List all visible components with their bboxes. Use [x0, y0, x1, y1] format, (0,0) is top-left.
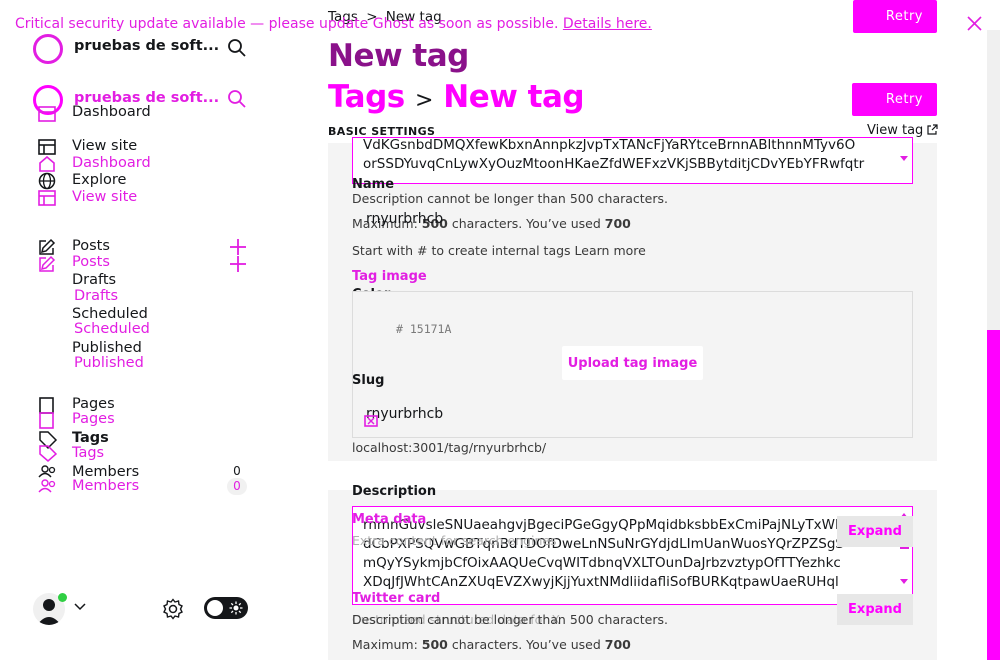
nav-tags[interactable]: Tags: [72, 430, 109, 446]
posts-icon: [38, 238, 56, 256]
char-counter-2-max: 500: [421, 637, 448, 652]
slug-url: localhost:3001/tag/rnyurbrhcb/: [352, 440, 547, 455]
nav-drafts-2[interactable]: Drafts: [74, 288, 118, 304]
tag-icon: [38, 430, 58, 462]
char-counter-text: characters. You’ve used: [447, 216, 605, 231]
top-textarea-line: orSSDYuvqCnLywXyOuzMtoonHKaeZfdWEFxzVKjS…: [363, 156, 865, 172]
twitter-card-label: Twitter card: [352, 591, 441, 606]
home-icon: [38, 156, 56, 172]
char-counter-2-used: 700: [604, 637, 631, 652]
meta-data-label: Meta data: [352, 512, 427, 527]
description-textarea-top[interactable]: VdKGsnbdDMQXfewKbxnAnnpkzJvpTxTANcFjYaRY…: [352, 137, 913, 184]
external-link-icon: [927, 124, 939, 139]
security-banner: Critical security update available — ple…: [15, 16, 652, 32]
learn-more-link[interactable]: Learn more: [575, 243, 646, 258]
expand-meta-label: Expand: [848, 524, 902, 539]
nav-posts-2[interactable]: Posts: [72, 254, 110, 270]
sun-icon: [229, 601, 243, 615]
nav-posts[interactable]: Posts: [72, 238, 110, 254]
new-post-icon-2[interactable]: [229, 255, 247, 273]
page-title: New tag: [328, 38, 469, 74]
description-line: mQyYSykmjbCfOixAAQUeCvqWITdbnqVXLTOunDaJ…: [363, 555, 841, 571]
description-line: XDqJfJWhtCAnZXUqEVZXwyjKjjYuxtNMdliidafl…: [363, 574, 839, 590]
nav-tags-2[interactable]: Tags: [72, 445, 104, 461]
name-hint: Start with # to create internal tags Lea…: [352, 243, 646, 258]
view-site-icon: [38, 139, 56, 155]
nav-explore[interactable]: Explore: [72, 172, 126, 188]
expand-twitter-label: Expand: [848, 602, 902, 617]
dashboard-icon: [38, 106, 56, 122]
remove-icon[interactable]: [364, 415, 378, 427]
char-counter-2-text: characters. You’ve used: [447, 637, 605, 652]
description-label: Description: [352, 484, 437, 499]
nav-published-2[interactable]: Published: [74, 355, 144, 371]
nav-view-site-2[interactable]: View site: [72, 189, 137, 205]
retry-button-2-label: Retry: [885, 92, 923, 107]
page-title-2-current: New tag: [443, 79, 585, 115]
color-value[interactable]: # 15171A: [396, 322, 451, 336]
tag-image-label: Tag image: [352, 269, 427, 284]
page-title-2-parent[interactable]: Tags: [328, 79, 405, 115]
slug-label: Slug: [352, 373, 385, 388]
upload-tag-image-label: Upload tag image: [567, 355, 698, 371]
theme-toggle[interactable]: [204, 597, 248, 619]
search-icon-2[interactable]: [227, 89, 247, 109]
site-logo[interactable]: [33, 34, 63, 64]
expand-twitter-button[interactable]: Expand: [837, 594, 913, 625]
nav-scheduled-2[interactable]: Scheduled: [74, 321, 150, 337]
nav-pages[interactable]: Pages: [72, 396, 115, 412]
retry-button-2[interactable]: Retry: [852, 83, 937, 116]
search-icon[interactable]: [227, 38, 247, 58]
char-counter-2-prefix: Maximum:: [352, 637, 422, 652]
char-counter-used: 700: [604, 216, 631, 231]
site-title[interactable]: pruebas de soft...: [74, 38, 219, 54]
new-post-icon[interactable]: [229, 238, 247, 256]
view-tag-label: View tag: [867, 123, 924, 138]
nav-scheduled[interactable]: Scheduled: [72, 306, 148, 322]
nav-dashboard[interactable]: Dashboard: [72, 104, 151, 120]
nav-pages-2[interactable]: Pages: [72, 411, 115, 427]
textarea-scroll-down-icon-2[interactable]: [900, 579, 908, 585]
retry-button[interactable]: Retry: [853, 0, 937, 33]
top-textarea-line: VdKGsnbdDMQXfewKbxnAnnpkzJvpTxTANcFjYaRY…: [363, 137, 856, 153]
gear-icon[interactable]: [162, 598, 184, 620]
globe-icon: [38, 172, 56, 190]
description-error-2: Description cannot be longer than 500 ch…: [352, 612, 668, 627]
close-icon[interactable]: [967, 16, 982, 31]
name-hint-text: Start with # to create internal tags: [352, 243, 575, 258]
expand-meta-button[interactable]: Expand: [837, 516, 913, 547]
nav-view-site[interactable]: View site: [72, 138, 137, 154]
textarea-scroll-down-icon[interactable]: [900, 156, 908, 162]
members-count-badge-2: 0: [227, 478, 247, 495]
char-counter-2: Maximum: 500 characters. You’ve used 700: [352, 637, 631, 652]
page-title-2-separator: >: [415, 88, 433, 113]
nav-dashboard-2[interactable]: Dashboard: [72, 155, 151, 171]
nav-published[interactable]: Published: [72, 340, 142, 356]
security-banner-link[interactable]: Details here.: [563, 16, 652, 32]
page-scrollbar-thumb[interactable]: [987, 330, 1000, 660]
name-input[interactable]: rnyurbrhcb: [366, 211, 443, 227]
pages-icon: [39, 397, 55, 429]
page-title-2: Tags > New tag: [328, 79, 585, 115]
view-site-icon-2: [38, 190, 56, 206]
nav-drafts[interactable]: Drafts: [72, 272, 116, 288]
nav-members-2[interactable]: Members: [72, 478, 139, 494]
meta-data-hint: Extra content for search engines: [352, 533, 557, 548]
name-label: Name: [352, 177, 395, 192]
posts-icon-2: [38, 255, 56, 273]
toggle-knob: [207, 600, 223, 616]
chevron-down-icon[interactable]: [74, 603, 86, 611]
security-banner-text: Critical security update available — ple…: [15, 16, 559, 32]
description-error: Description cannot be longer than 500 ch…: [352, 191, 668, 206]
retry-button-label: Retry: [885, 9, 923, 24]
members-icon: [38, 465, 58, 495]
upload-tag-image-button[interactable]: Upload tag image: [562, 346, 703, 380]
online-status-dot: [58, 593, 67, 602]
